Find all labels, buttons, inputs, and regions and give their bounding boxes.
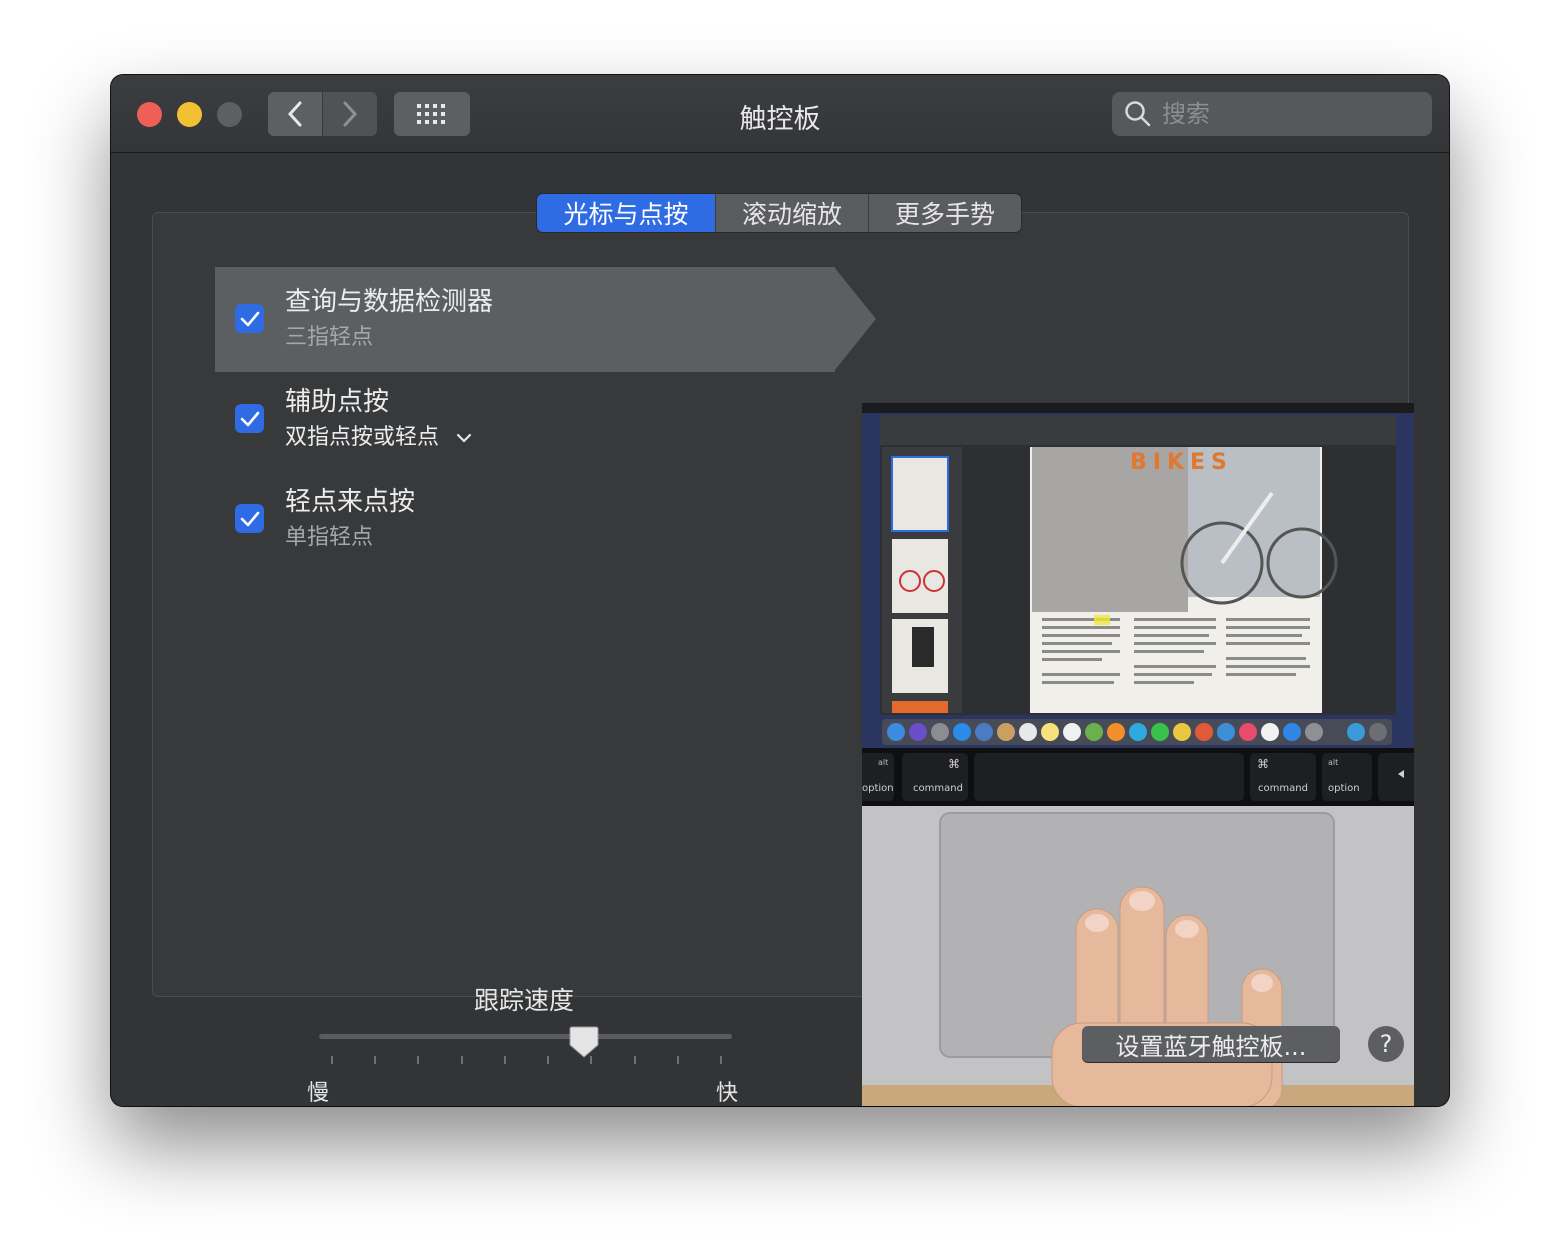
tab-bar: 光标与点按 滚动缩放 更多手势 — [537, 194, 1021, 232]
preview-illustration: BIKES alt option ⌘ command ⌘ command alt… — [862, 403, 1414, 1106]
slider-tick — [460, 1056, 463, 1064]
search-input[interactable] — [1160, 99, 1404, 129]
key-cmd-left-symbol: ⌘ — [948, 757, 960, 771]
slider-tick — [374, 1056, 377, 1064]
key-alt-right: alt — [1328, 758, 1338, 767]
key-option-right: option — [1328, 783, 1360, 794]
option-title: 轻点来点按 — [285, 487, 416, 517]
option-lookup-data-detectors[interactable]: 查询与数据检测器 三指轻点 — [215, 267, 876, 372]
slider-tick — [331, 1056, 333, 1064]
option-subtitle: 双指点按或轻点 — [285, 425, 440, 450]
slider-tick — [547, 1056, 550, 1064]
search-icon — [1125, 101, 1151, 127]
secondary-click-popup[interactable]: 双指点按或轻点 — [285, 419, 472, 451]
search-field[interactable] — [1112, 92, 1432, 136]
tab-scroll-and-zoom[interactable]: 滚动缩放 — [715, 194, 868, 232]
slider-tick — [503, 1056, 506, 1064]
slider-tick — [676, 1056, 679, 1064]
checkbox-secondary-click[interactable] — [235, 404, 264, 433]
checkmark-icon — [240, 411, 259, 426]
key-command-left: command — [913, 783, 963, 794]
option-subtitle: 三指轻点 — [285, 325, 374, 350]
checkmark-icon — [240, 311, 259, 326]
checkmark-icon — [240, 511, 259, 526]
tracking-speed-label: 跟踪速度 — [473, 986, 574, 1015]
preferences-window: 触控板 查询与数据检测器 三指轻点 — [111, 75, 1449, 1106]
slider-tick — [720, 1056, 722, 1064]
key-alt-left: alt — [878, 758, 888, 767]
slow-label: 慢 — [307, 1081, 330, 1106]
option-tap-to-click[interactable]: 轻点来点按 单指轻点 — [215, 467, 835, 572]
slider-thumb[interactable] — [569, 1025, 599, 1059]
option-secondary-click[interactable]: 辅助点按 双指点按或轻点 — [215, 367, 835, 472]
gesture-preview: BIKES alt option ⌘ command ⌘ command alt… — [862, 403, 1414, 1106]
option-title: 辅助点按 — [285, 387, 390, 417]
setup-bluetooth-trackpad-button[interactable]: 设置蓝牙触控板... — [1082, 1026, 1340, 1062]
slider-tick — [417, 1056, 420, 1064]
settings-panel: 查询与数据检测器 三指轻点 辅助点按 双指点按或轻点 轻点来点按 单指轻点 跟踪… — [152, 212, 1414, 1106]
option-subtitle: 单指轻点 — [285, 525, 374, 550]
title-bar: 触控板 — [111, 75, 1449, 153]
option-title: 查询与数据检测器 — [285, 287, 494, 317]
fast-label: 快 — [716, 1081, 739, 1106]
key-command-right: command — [1258, 783, 1308, 794]
doc-heading: BIKES — [1130, 450, 1233, 475]
selection-arrow — [834, 267, 876, 371]
checkbox-tap-to-click[interactable] — [235, 504, 264, 533]
key-option-left: option — [862, 783, 894, 794]
slider-tick — [633, 1056, 636, 1064]
key-cmd-right-symbol: ⌘ — [1257, 757, 1269, 771]
chevron-down-icon — [456, 433, 472, 443]
checkbox-lookup[interactable] — [235, 304, 264, 333]
tracking-speed-slider[interactable] — [319, 1034, 732, 1039]
help-button[interactable]: ? — [1368, 1026, 1404, 1062]
tab-point-and-click[interactable]: 光标与点按 — [537, 194, 715, 232]
tab-more-gestures[interactable]: 更多手势 — [868, 194, 1021, 232]
